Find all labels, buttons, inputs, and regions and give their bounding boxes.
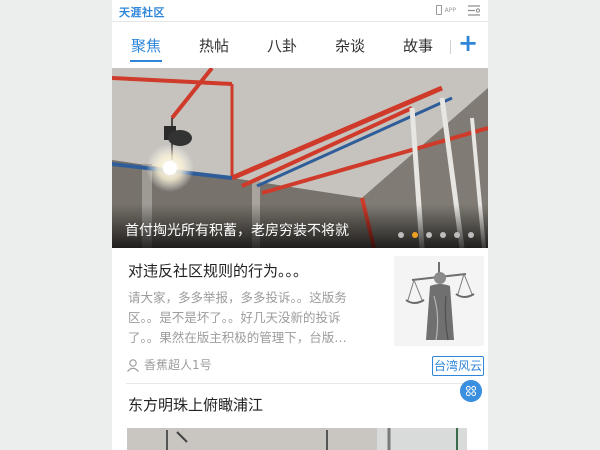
add-channel-button[interactable]: + — [458, 31, 478, 56]
channel-tabs: 聚焦 热帖 八卦 杂谈 故事 — [112, 22, 488, 68]
carousel-dot[interactable] — [440, 232, 446, 238]
post-card[interactable]: 对违反社区规则的行为。。。 请大家，多多举报，多多投诉。。这版务区。。是不是坏了… — [126, 248, 484, 384]
carousel-dot[interactable] — [426, 232, 432, 238]
post-title[interactable]: 对违反社区规则的行为。。。 — [128, 260, 308, 281]
top-bar: 天涯社区 APP — [112, 0, 488, 22]
post2-title[interactable]: 东方明珠上俯瞰浦江 — [128, 394, 263, 415]
phone-icon — [435, 5, 442, 15]
carousel-dot[interactable] — [412, 232, 418, 238]
carousel-dot[interactable] — [468, 232, 474, 238]
mobile-page: 天涯社区 APP 聚焦 热帖 八卦 杂谈 故事 + 首付掏光所有积蓄，老房穷装不… — [112, 0, 488, 450]
post-excerpt: 请大家，多多举报，多多投诉。。这版务区。。是不是坏了。。好几天没新的投诉了。。果… — [128, 290, 347, 345]
tab-gossip[interactable]: 八卦 — [266, 36, 298, 62]
author-name: 香蕉超人1号 — [144, 358, 212, 372]
featured-banner[interactable]: 首付掏光所有积蓄，老房穷装不将就 — [112, 68, 488, 248]
tab-divider — [450, 40, 451, 54]
app-download-link[interactable]: APP — [435, 5, 456, 15]
carousel-dot[interactable] — [454, 232, 460, 238]
tab-focus[interactable]: 聚焦 — [130, 36, 162, 62]
post-author[interactable]: 香蕉超人1号 — [126, 356, 212, 373]
board-tag[interactable]: 台湾风云 — [432, 356, 484, 376]
tab-misc-talk[interactable]: 杂谈 — [334, 36, 366, 62]
menu-list-icon[interactable] — [468, 5, 480, 16]
grid-menu-button[interactable] — [460, 380, 482, 402]
app-label: APP — [444, 6, 456, 14]
post2-image[interactable] — [127, 428, 467, 450]
carousel-dot[interactable] — [398, 232, 404, 238]
site-logo[interactable]: 天涯社区 — [119, 4, 165, 20]
user-icon — [127, 358, 139, 372]
tab-hot-posts[interactable]: 热帖 — [198, 36, 230, 62]
carousel-dots — [398, 232, 474, 238]
post-thumbnail[interactable] — [394, 256, 484, 346]
tab-stories[interactable]: 故事 — [402, 36, 434, 62]
banner-caption[interactable]: 首付掏光所有积蓄，老房穷装不将就 — [125, 220, 349, 240]
